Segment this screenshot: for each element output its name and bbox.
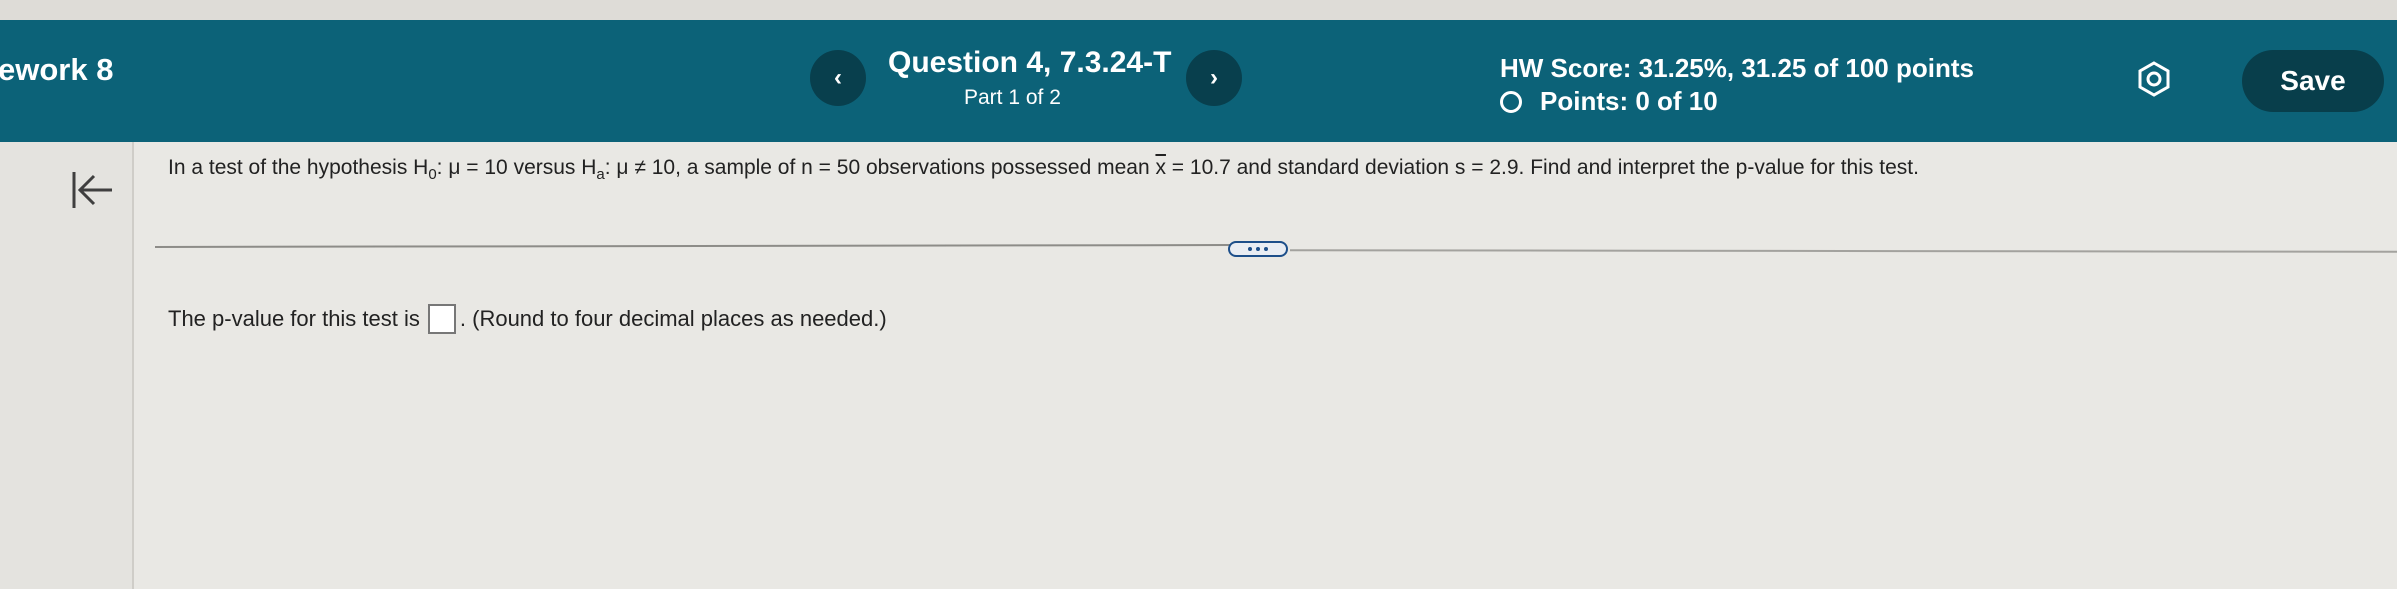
divider-left xyxy=(154,244,1231,248)
save-button[interactable]: Save xyxy=(2242,50,2384,112)
top-strip xyxy=(0,0,2397,20)
more-dots-icon[interactable] xyxy=(1228,241,1288,257)
question-text: In a test of the hypothesis H0: μ = 10 v… xyxy=(168,156,1919,183)
question-title: Question 4, 7.3.24-T xyxy=(888,46,1172,79)
points-label: Points: 0 of 10 xyxy=(1540,86,1718,116)
previous-question-button[interactable]: ‹ xyxy=(810,50,866,106)
p-value-input[interactable] xyxy=(427,304,456,334)
collapse-left-icon[interactable] xyxy=(70,168,116,212)
points-status: Points: 0 of 10 xyxy=(1500,86,1718,117)
x-bar-symbol: x xyxy=(1155,156,1166,179)
hw-score: HW Score: 31.25%, 31.25 of 100 points xyxy=(1500,53,1974,83)
answer-line: The p-value for this test is . (Round to… xyxy=(168,304,887,334)
header-bar: ework 8 ‹ Question 4, 7.3.24-T Part 1 of… xyxy=(0,20,2397,142)
status-circle-icon xyxy=(1500,90,1522,113)
answer-suffix: . (Round to four decimal places as neede… xyxy=(459,306,887,331)
gear-icon[interactable] xyxy=(2136,61,2172,97)
divider-right xyxy=(1289,249,2397,253)
next-question-button[interactable]: › xyxy=(1186,50,1242,106)
question-part: Part 1 of 2 xyxy=(964,86,1061,109)
assignment-title: ework 8 xyxy=(0,52,114,87)
answer-prefix: The p-value for this test is xyxy=(168,306,420,331)
